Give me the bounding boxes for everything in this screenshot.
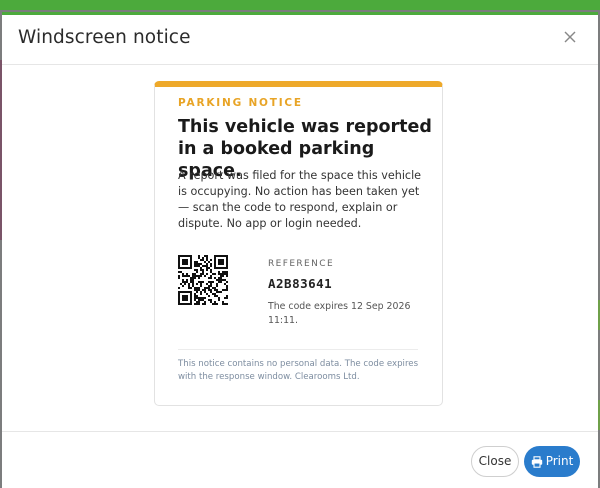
notice-description: A report was filed for the space this ve…: [178, 169, 422, 230]
close-icon[interactable]: [562, 29, 578, 45]
printer-icon: [531, 455, 542, 468]
modal-body: PARKING NOTICE This vehicle was reported…: [2, 66, 598, 431]
modal-header: Windscreen notice: [2, 15, 598, 65]
modal-footer: Close Print: [2, 431, 598, 488]
notice-kicker: PARKING NOTICE: [178, 97, 303, 109]
parking-notice-card: PARKING NOTICE This vehicle was reported…: [154, 81, 443, 406]
modal-title: Windscreen notice: [18, 27, 191, 48]
background-top-bar: [0, 0, 600, 10]
print-button[interactable]: Print: [524, 446, 580, 477]
notice-footnote: This notice contains no personal data. T…: [178, 359, 419, 382]
reference-expiry: The code expires 12 Sep 2026 11:11.: [268, 301, 411, 326]
print-button-label: Print: [545, 454, 574, 468]
reference-label: REFERENCE: [268, 259, 335, 269]
notice-divider: [178, 349, 418, 350]
windscreen-notice-modal: Windscreen notice PARKING NOTICE This ve…: [2, 12, 598, 488]
reference-code: A2B83641: [268, 276, 333, 291]
close-button[interactable]: Close: [471, 446, 519, 477]
qr-code-icon: [178, 255, 228, 305]
